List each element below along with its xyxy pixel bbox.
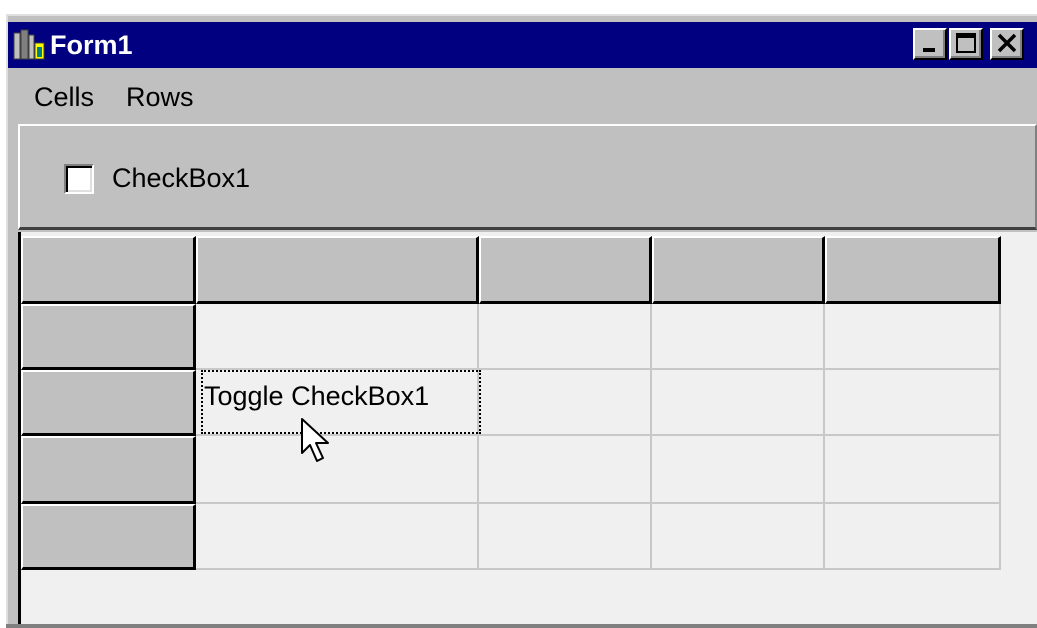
- grid-header-cell[interactable]: [196, 236, 479, 304]
- menu-rows[interactable]: Rows: [126, 82, 194, 112]
- close-button[interactable]: [990, 28, 1024, 60]
- minimize-icon: [923, 48, 935, 52]
- grid-corner-cell: [21, 236, 196, 304]
- menu-bar: Cells Rows: [8, 68, 1037, 122]
- grid-cell[interactable]: [196, 304, 479, 370]
- grid-cell[interactable]: [652, 304, 825, 370]
- arrow-pointer-icon: [300, 417, 334, 467]
- grid-cell[interactable]: [479, 504, 652, 570]
- grid-cell[interactable]: [479, 370, 652, 436]
- grid-cell[interactable]: [479, 304, 652, 370]
- grid-cell[interactable]: [825, 504, 1001, 570]
- grid-header-cell[interactable]: [479, 236, 652, 304]
- maximize-button[interactable]: [949, 28, 983, 60]
- app-icon[interactable]: [12, 29, 46, 61]
- focus-rectangle: [201, 370, 481, 434]
- grid-row-header[interactable]: [21, 304, 196, 370]
- window-bottom-border: [6, 624, 1037, 628]
- grid-cell[interactable]: [825, 436, 1001, 504]
- grid-row-header[interactable]: [21, 370, 196, 436]
- title-bar[interactable]: Form1: [8, 22, 1037, 68]
- grid-cell[interactable]: [652, 504, 825, 570]
- grid-cell[interactable]: [652, 436, 825, 504]
- grid-cell[interactable]: [652, 370, 825, 436]
- top-panel: CheckBox1: [18, 124, 1037, 230]
- grid-cell[interactable]: [479, 436, 652, 504]
- menu-cells[interactable]: Cells: [34, 82, 94, 112]
- grid-cell[interactable]: [825, 370, 1001, 436]
- minimize-button[interactable]: [913, 28, 947, 60]
- grid-row-header[interactable]: [21, 504, 196, 570]
- grid-header-cell[interactable]: [652, 236, 825, 304]
- checkbox1[interactable]: [64, 164, 94, 194]
- checkbox1-label[interactable]: CheckBox1: [112, 162, 250, 194]
- grid-cell[interactable]: [196, 504, 479, 570]
- string-grid[interactable]: Toggle CheckBox1: [18, 232, 1037, 624]
- close-icon: [997, 33, 1017, 53]
- grid-header-cell[interactable]: [825, 236, 1001, 304]
- grid-cell[interactable]: [825, 304, 1001, 370]
- maximize-icon: [956, 33, 976, 53]
- grid-row-header[interactable]: [21, 436, 196, 504]
- window-title: Form1: [50, 30, 133, 60]
- grid-cell[interactable]: [196, 436, 479, 504]
